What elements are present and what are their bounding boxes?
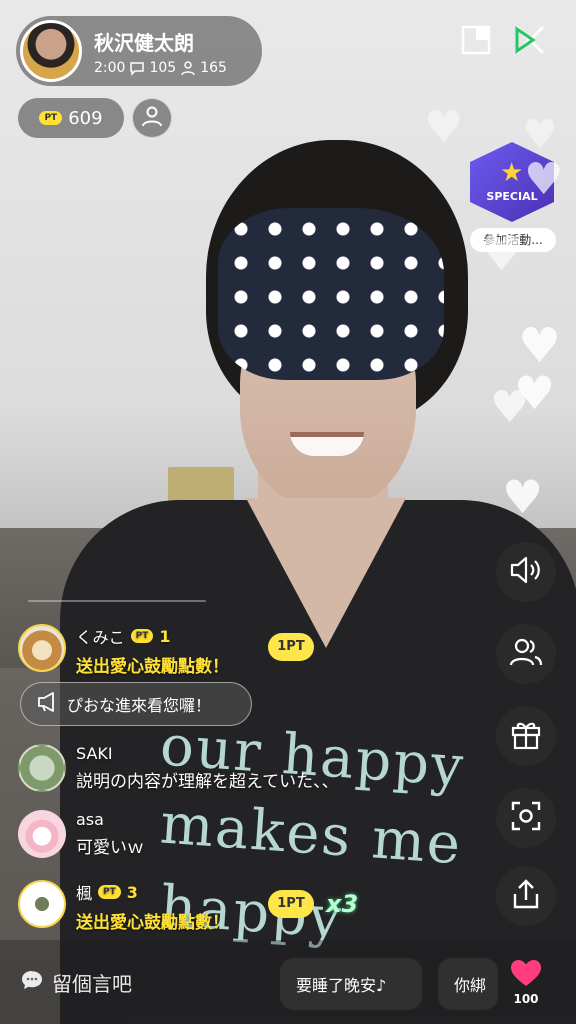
- combo-multiplier: x3: [326, 890, 359, 918]
- commenter-line: くみこ PT 1: [76, 624, 229, 648]
- quick-reply-chip[interactable]: 你綁: [438, 958, 498, 1010]
- floating-heart-icon: ♥: [490, 382, 530, 433]
- floating-heart-icon: ♥: [480, 226, 524, 282]
- comment-item[interactable]: くみこ PT 1 送出愛心鼓勵點數！: [18, 624, 229, 677]
- point-chip: 1PT: [268, 890, 314, 918]
- close-icon: [513, 23, 547, 61]
- comment-item[interactable]: SAKI 説明の内容が理解を超えていた、、: [18, 744, 339, 792]
- share-button[interactable]: [496, 866, 556, 926]
- points-pill[interactable]: PT 609: [18, 98, 124, 138]
- viewers-count: 165: [200, 59, 227, 76]
- megaphone-icon: [37, 692, 59, 716]
- point-chip: 1PT: [268, 633, 314, 661]
- polka-dot-headband: [218, 208, 444, 380]
- comments-count: 105: [149, 59, 177, 76]
- commenter-line: 楓 PT 3: [76, 880, 229, 904]
- pip-button[interactable]: [460, 25, 492, 59]
- comment-item[interactable]: asa 可愛いｗ: [18, 810, 144, 858]
- points-value: 609: [68, 107, 103, 129]
- camera-flip-button[interactable]: [496, 788, 556, 848]
- camera-flip-icon: [510, 800, 542, 836]
- commenter-name: くみこ: [76, 628, 125, 647]
- quick-reply-chip[interactable]: 要睡了晚安♪: [280, 958, 422, 1010]
- commenter-avatar[interactable]: [18, 880, 66, 928]
- floating-heart-icon: ♥: [424, 102, 464, 153]
- gift-button[interactable]: [496, 706, 556, 766]
- share-icon: [511, 878, 541, 914]
- speaker-icon: [509, 555, 543, 589]
- pip-icon: [461, 25, 491, 59]
- star-icon: ★: [500, 158, 524, 188]
- comment-text: 送出愛心鼓勵點數！: [76, 657, 229, 677]
- floating-heart-icon: ♥: [522, 112, 558, 158]
- commenter-level: 3: [126, 882, 138, 902]
- volume-button[interactable]: [496, 542, 556, 602]
- comment-text: 送出愛心鼓勵點數！: [76, 913, 229, 933]
- stream-duration: 2:00: [94, 59, 126, 76]
- commenter-avatar[interactable]: [18, 744, 66, 792]
- comment-icon: [129, 60, 145, 76]
- comment-text: 可愛いｗ: [76, 838, 144, 858]
- user-profile-button[interactable]: [132, 98, 172, 138]
- heart-icon: [509, 960, 543, 992]
- commenter-avatar[interactable]: [18, 810, 66, 858]
- viewers-list-button[interactable]: [496, 624, 556, 684]
- viewer-icon: [180, 60, 196, 76]
- pt-badge: PT: [130, 629, 154, 643]
- people-icon: [509, 637, 543, 671]
- commenter-name: SAKI: [76, 744, 113, 763]
- like-count: 100: [513, 992, 539, 1006]
- commenter-name: asa: [76, 810, 104, 829]
- like-button[interactable]: 100: [504, 958, 548, 1018]
- pt-badge: PT: [39, 111, 63, 125]
- join-notice-text: ぴおな進來看您囉！: [67, 696, 212, 715]
- comment-item[interactable]: 楓 PT 3 送出愛心鼓勵點數！: [18, 880, 229, 933]
- close-button[interactable]: [513, 23, 547, 61]
- comment-area-divider: [28, 600, 206, 602]
- user-icon: [140, 104, 164, 132]
- gift-icon: [510, 718, 542, 754]
- comment-text: 説明の内容が理解を超えていた、、: [76, 772, 339, 792]
- host-name: 秋沢健太朗: [94, 30, 194, 55]
- host-info-pill[interactable]: 秋沢健太朗 2:00 105 165: [16, 16, 262, 86]
- floating-heart-icon: ♥: [502, 470, 544, 524]
- host-stats: 2:00 105 165: [94, 60, 227, 76]
- comment-input[interactable]: 留個言吧: [20, 968, 132, 997]
- commenter-level: 1: [159, 626, 171, 646]
- floating-heart-icon: ♥: [524, 154, 564, 205]
- join-notice: ぴおな進來看您囉！: [20, 682, 252, 726]
- commenter-name: 楓: [76, 884, 93, 903]
- pt-badge: PT: [98, 885, 121, 899]
- chat-bubble-icon: [20, 968, 44, 997]
- commenter-avatar[interactable]: [18, 624, 66, 672]
- host-avatar[interactable]: [20, 20, 82, 82]
- comment-input-placeholder: 留個言吧: [52, 972, 132, 996]
